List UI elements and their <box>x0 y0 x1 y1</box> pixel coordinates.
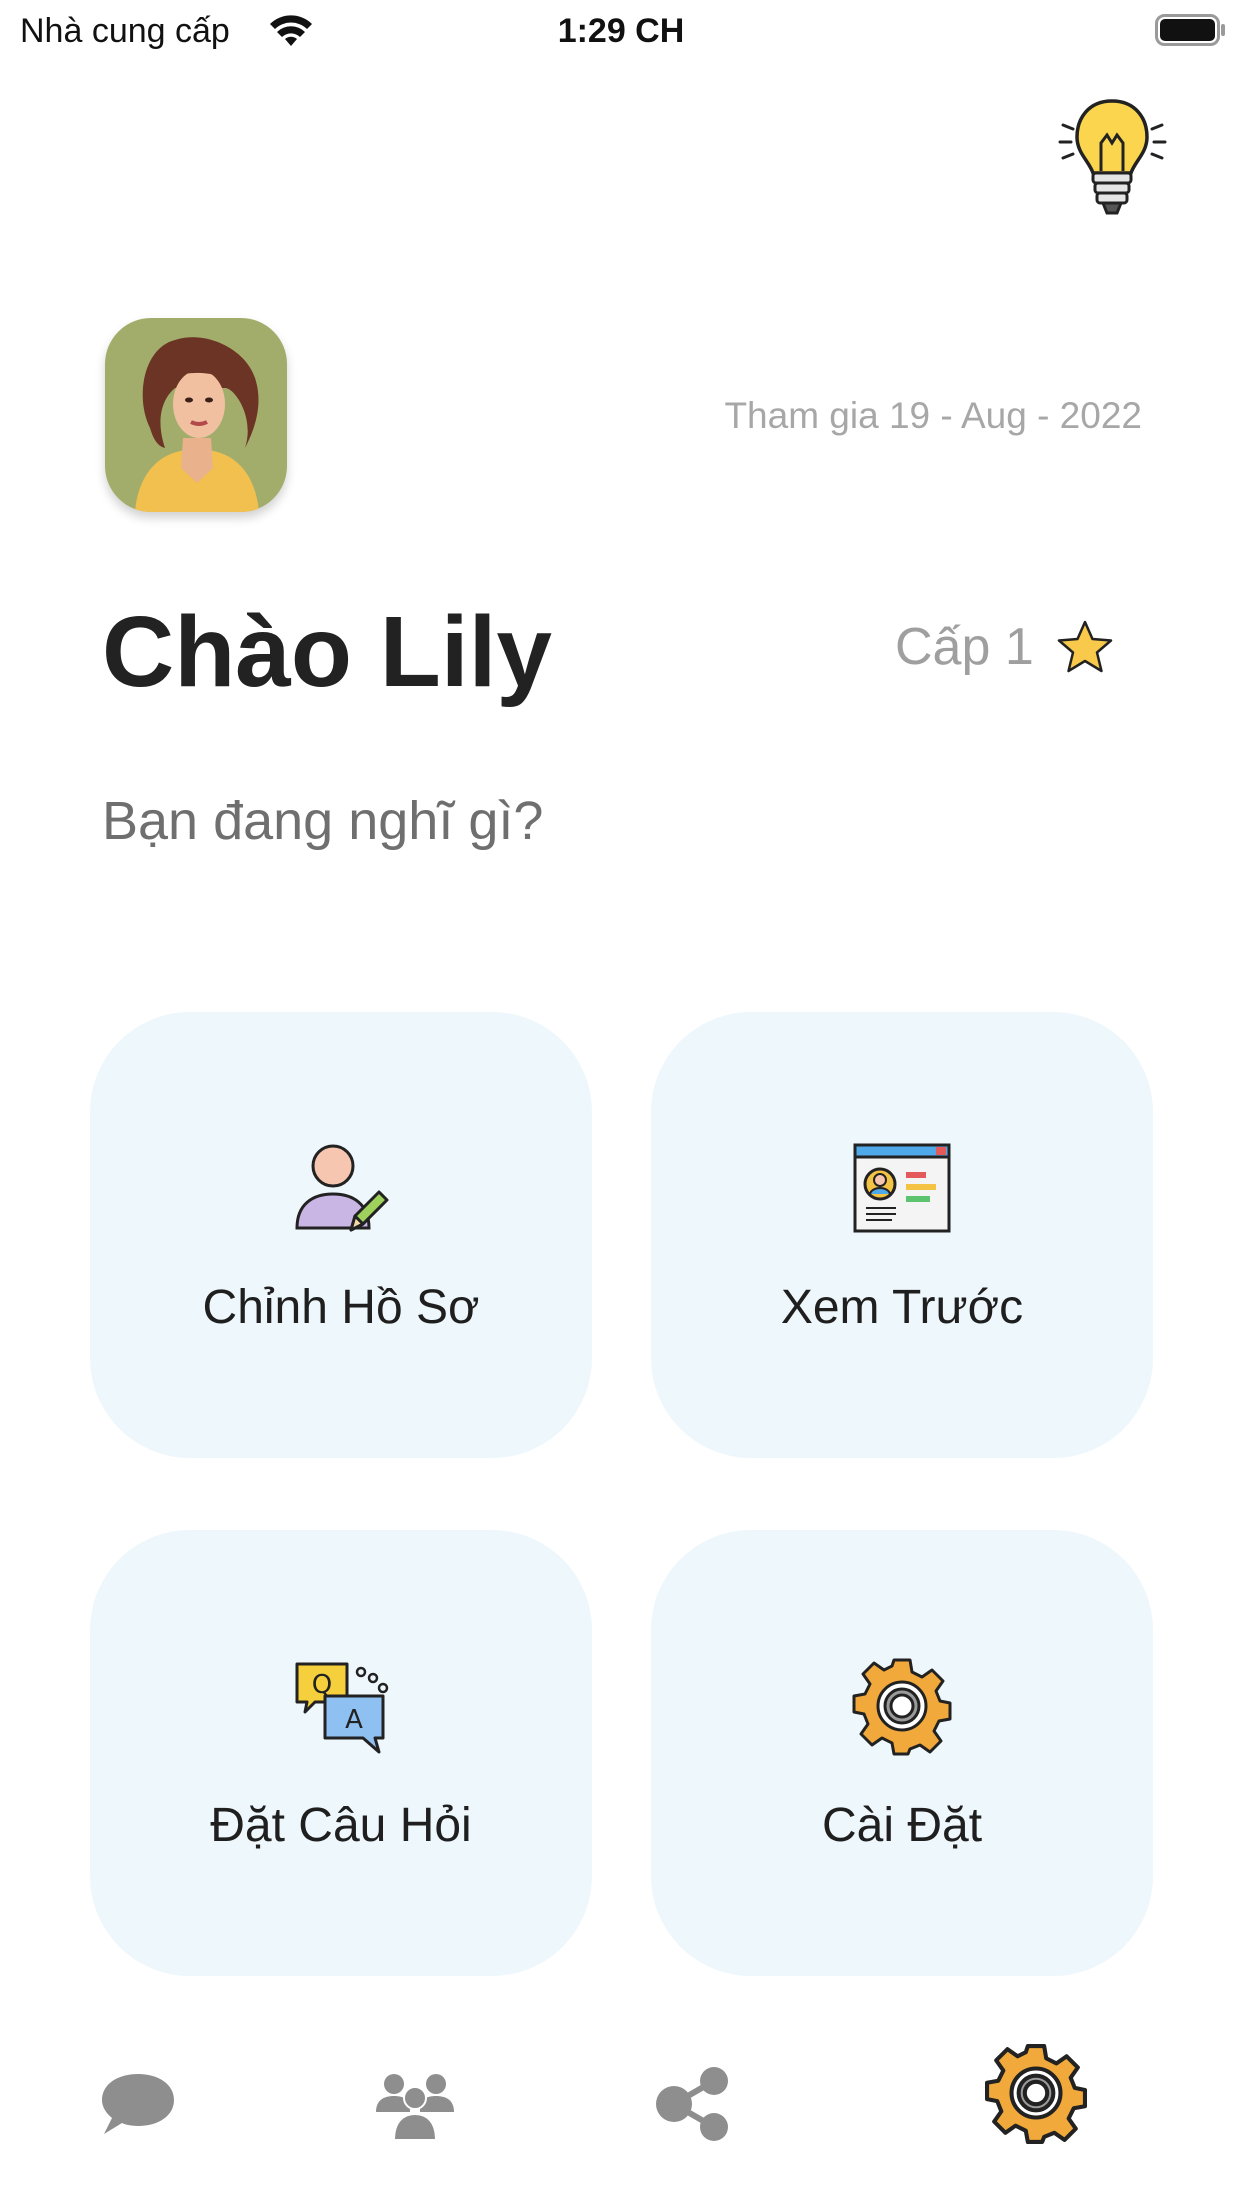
ask-question-label: Đặt Câu Hỏi <box>210 1799 472 1852</box>
lightbulb-icon[interactable] <box>1055 95 1170 220</box>
gear-icon <box>852 1658 952 1756</box>
status-time: 1:29 CH <box>557 12 685 50</box>
ask-question-card[interactable]: Q A Đặt Câu Hỏi <box>90 1530 592 1976</box>
greeting-title: Chào Lily <box>102 596 553 708</box>
share-nodes-icon[interactable] <box>654 2066 730 2142</box>
preview-label: Xem Trước <box>780 1281 1024 1334</box>
chat-bubble-icon[interactable] <box>100 2070 176 2138</box>
level-badge: Cấp 1 <box>895 612 1114 682</box>
avatar[interactable] <box>105 318 287 512</box>
bottom-tab-bar <box>0 2020 1242 2208</box>
thought-prompt[interactable]: Bạn đang nghĩ gì? <box>102 790 543 852</box>
status-bar: Nhà cung cấp 1:29 CH <box>0 0 1242 64</box>
level-label: Cấp 1 <box>895 618 1034 676</box>
gear-icon[interactable] <box>985 2042 1087 2144</box>
avatar-portrait-image <box>105 318 287 512</box>
edit-profile-card[interactable]: Chỉnh Hồ Sơ <box>90 1012 592 1458</box>
settings-label: Cài Đặt <box>821 1799 983 1852</box>
battery-icon <box>1155 14 1225 46</box>
edit-profile-label: Chỉnh Hồ Sơ <box>202 1281 480 1334</box>
people-group-icon[interactable] <box>376 2068 454 2140</box>
preview-card[interactable]: Xem Trước <box>651 1012 1153 1458</box>
star-icon <box>1057 620 1113 673</box>
user-edit-icon <box>295 1144 389 1232</box>
profile-screen: Nhà cung cấp 1:29 CH Tham gia 19 - Aug -… <box>0 0 1242 2208</box>
qa-chat-icon: Q A <box>295 1662 389 1754</box>
resume-preview-icon <box>853 1143 951 1233</box>
settings-card[interactable]: Cài Đặt <box>651 1530 1153 1976</box>
join-date: Tham gia 19 - Aug - 2022 <box>724 395 1142 436</box>
svg-text:A: A <box>345 1705 363 1735</box>
